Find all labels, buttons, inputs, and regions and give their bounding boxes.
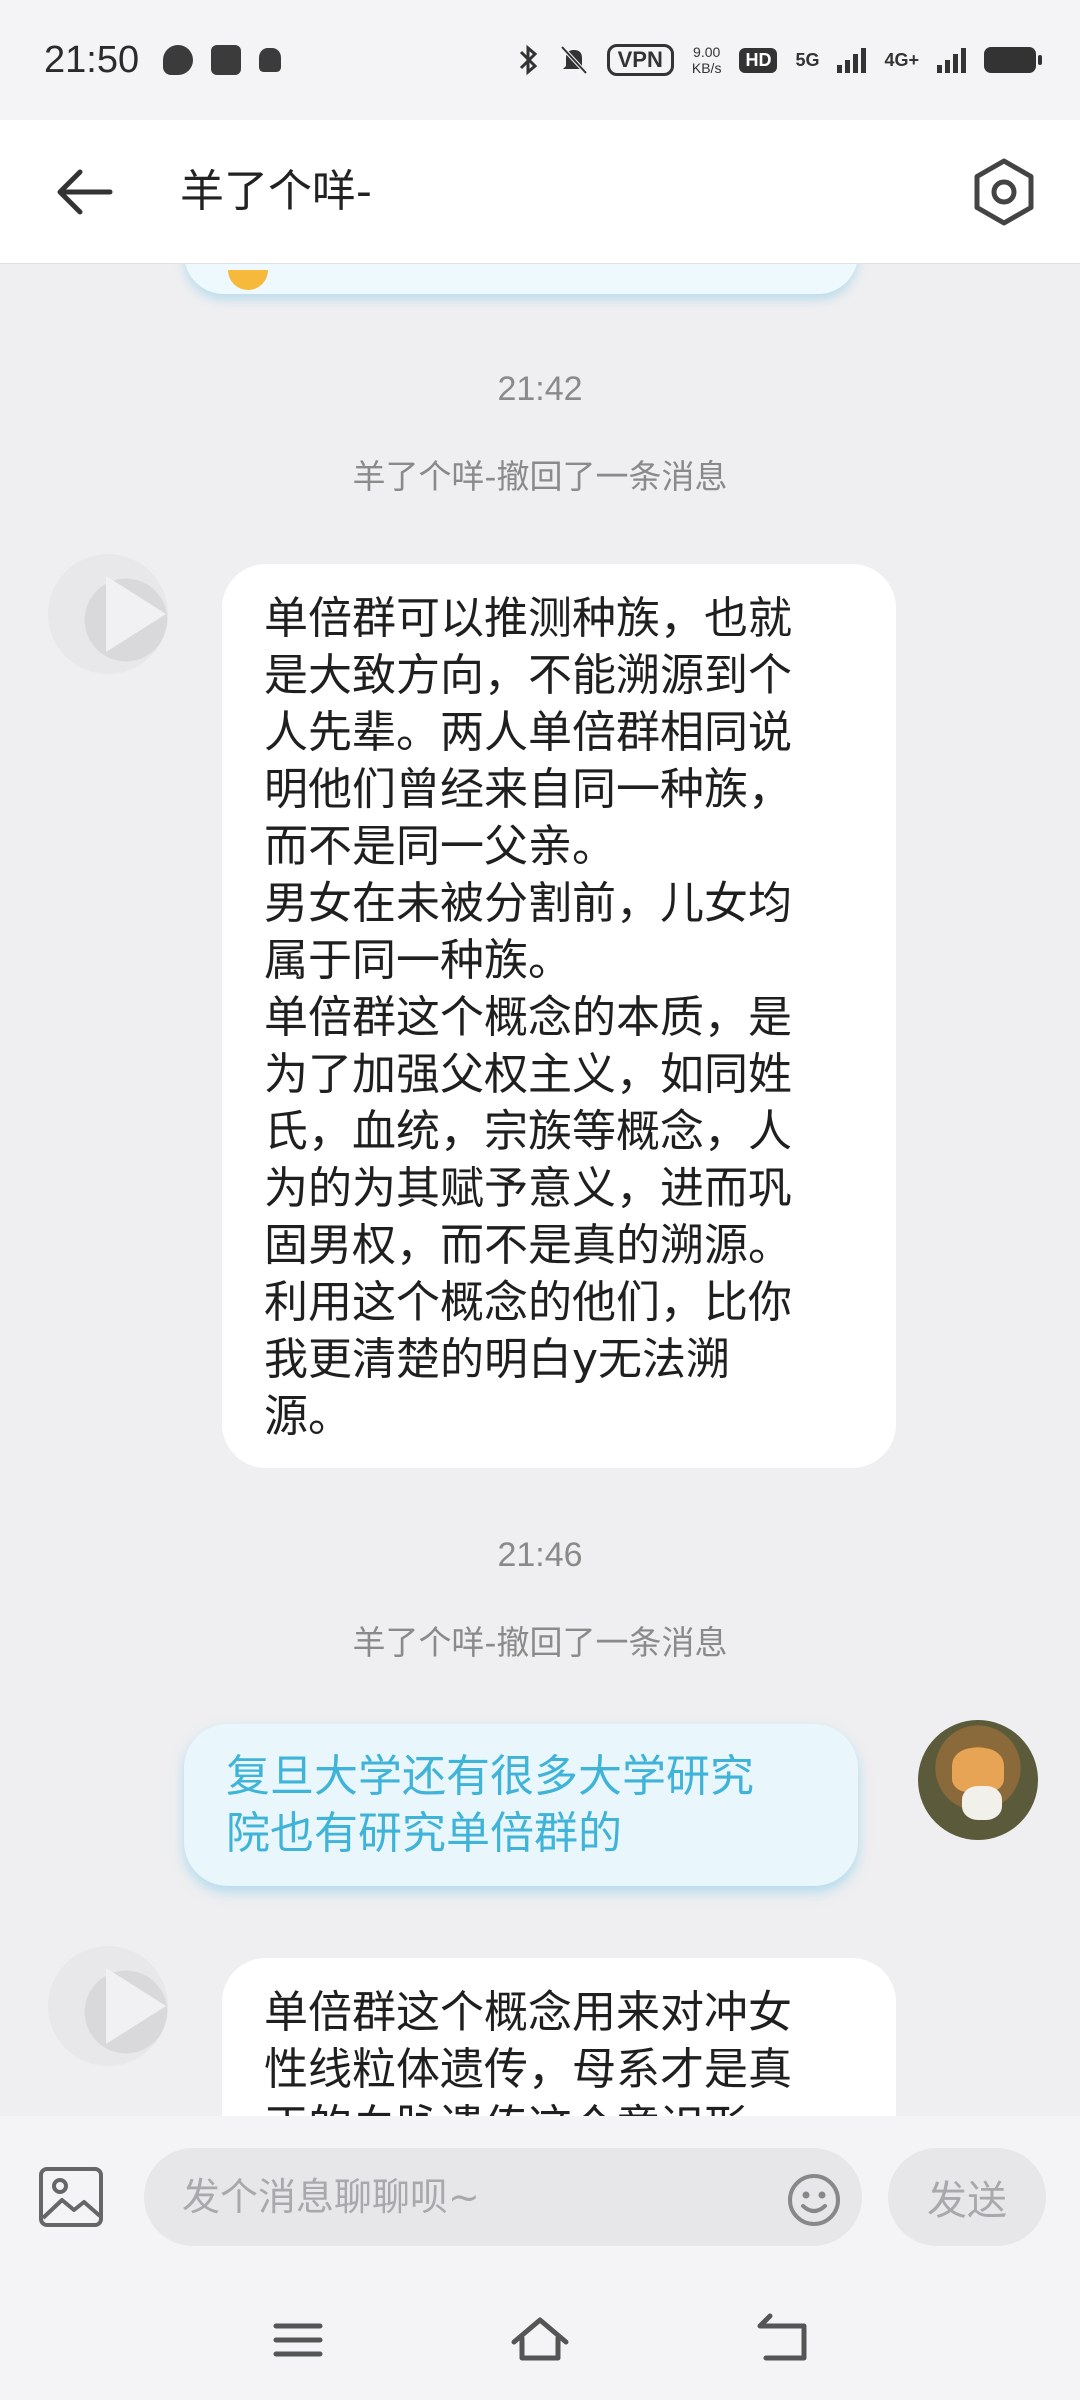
- home-icon[interactable]: [508, 2308, 572, 2372]
- speed-unit: KB/s: [691, 60, 722, 76]
- status-time: 21:50: [44, 38, 140, 81]
- message-notification-icon: [163, 45, 194, 75]
- chat-title: 羊了个咩-: [180, 166, 372, 217]
- app-notification-icon: [211, 45, 242, 75]
- battery-icon: [984, 47, 1042, 73]
- hd-badge: HD: [739, 47, 778, 73]
- dog-avatar-body: [962, 1786, 1002, 1820]
- hexagon-settings-icon[interactable]: [968, 156, 1040, 228]
- bluetooth-icon: [519, 44, 537, 76]
- vpn-badge: VPN: [606, 44, 674, 76]
- my-avatar[interactable]: [918, 1720, 1038, 1840]
- signal-icon: [837, 47, 867, 73]
- partial-message-bubble: [184, 264, 858, 294]
- network-5g-label: 5G: [795, 49, 820, 70]
- mute-bell-icon: [560, 45, 588, 75]
- signal-icon-2: [937, 47, 966, 73]
- system-recall-notice: 羊了个咩-撤回了一条消息: [352, 457, 728, 496]
- timestamp: 21:42: [497, 370, 583, 408]
- status-bar: 21:50 VPN 9.00 KB/s HD 5G 4G+: [0, 0, 1080, 120]
- status-icons: VPN 9.00 KB/s HD 5G 4G+: [517, 44, 1042, 76]
- message-input[interactable]: [144, 2148, 862, 2246]
- system-nav-bar: [0, 2280, 1080, 2400]
- outgoing-message-bubble[interactable]: 复旦大学还有很多大学研究 院也有研究单倍群的: [184, 1724, 858, 1886]
- notification-icons: [163, 45, 282, 75]
- speed-value: 9.00: [693, 44, 721, 60]
- network-speed: 9.00 KB/s: [692, 44, 722, 76]
- system-recall-notice: 羊了个咩-撤回了一条消息: [352, 1623, 728, 1662]
- message-input-bar: 发送: [0, 2116, 1080, 2280]
- back-arrow-icon[interactable]: [52, 160, 116, 224]
- incoming-message-bubble[interactable]: 单倍群这个概念用来对冲女 性线粒体遗传，母系才是真 正的血脉遗传这个意识形: [222, 1958, 896, 2116]
- chat-header: 羊了个咩-: [0, 120, 1080, 264]
- return-icon[interactable]: [750, 2308, 814, 2372]
- message-list[interactable]: 21:42 羊了个咩-撤回了一条消息 单倍群可以推测种族，也就 是大致方向，不能…: [0, 264, 1080, 2116]
- image-icon[interactable]: [38, 2166, 104, 2228]
- network-4g-label: 4G+: [884, 49, 919, 70]
- send-button[interactable]: 发送: [888, 2148, 1046, 2246]
- cat-notification-icon: [259, 48, 282, 72]
- emoji-icon[interactable]: [786, 2172, 842, 2228]
- avatar[interactable]: [48, 1946, 168, 2066]
- emoji-icon: [228, 270, 268, 290]
- menu-icon[interactable]: [266, 2308, 330, 2372]
- timestamp: 21:46: [497, 1536, 583, 1574]
- incoming-message-bubble[interactable]: 单倍群可以推测种族，也就 是大致方向，不能溯源到个 人先辈。两人单倍群相同说 明…: [222, 564, 896, 1468]
- avatar[interactable]: [48, 554, 168, 674]
